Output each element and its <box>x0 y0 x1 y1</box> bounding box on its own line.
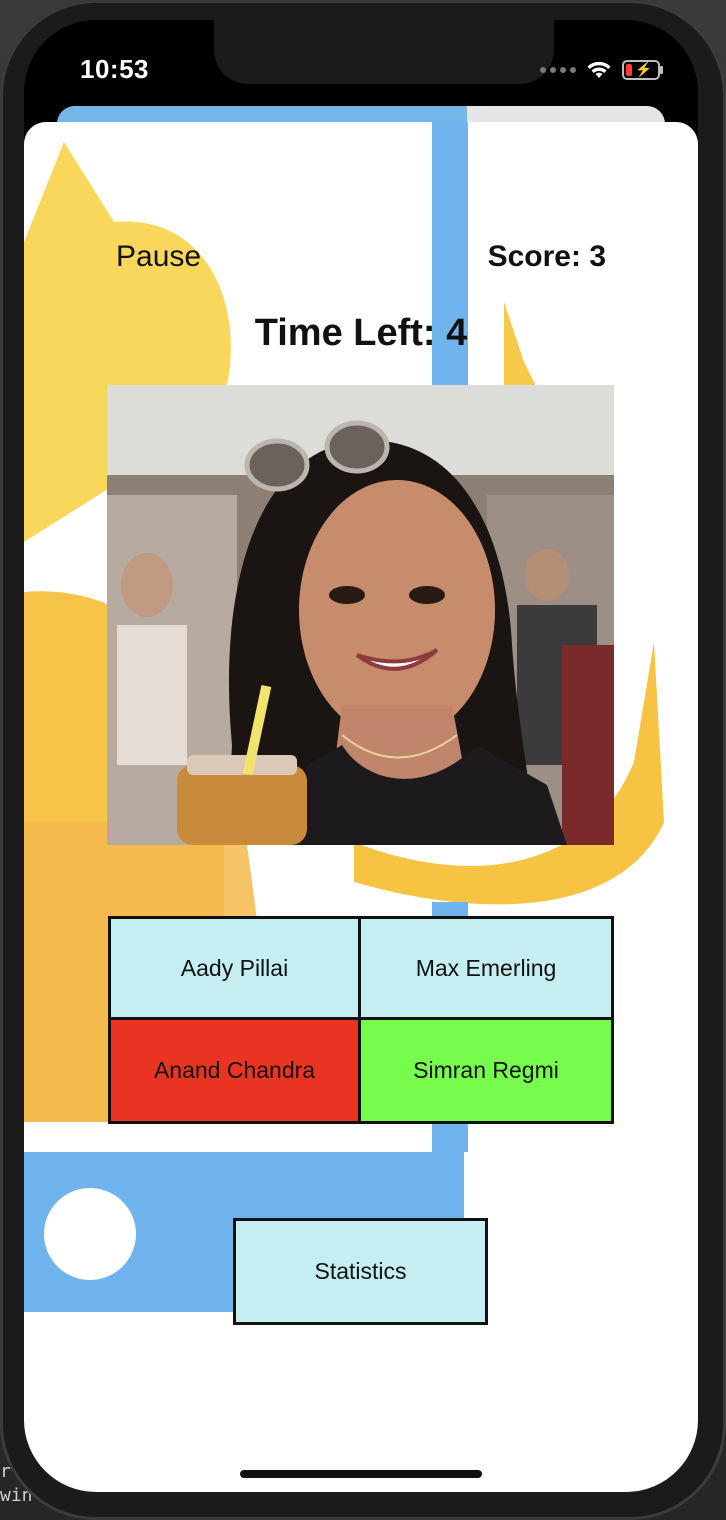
phone-screen: 10:53 ⚡ Pause Score: 3 Time Left: 4 Aady… <box>24 20 698 1492</box>
person-photo <box>107 385 614 845</box>
answer-option-4[interactable]: Simran Regmi <box>361 1020 611 1121</box>
answer-option-3[interactable]: Anand Chandra <box>111 1020 361 1121</box>
status-icons: ⚡ <box>540 60 663 80</box>
notch <box>214 20 554 84</box>
time-left-label: Time Left: 4 <box>254 312 468 354</box>
game-sheet: Pause Score: 3 Time Left: 4 Aady Pillai … <box>24 122 698 1492</box>
answer-option-1[interactable]: Aady Pillai <box>111 919 361 1020</box>
statistics-button[interactable]: Statistics <box>233 1218 488 1325</box>
cellular-signal-icon <box>540 67 576 73</box>
charging-bolt-icon: ⚡ <box>635 61 653 77</box>
status-time: 10:53 <box>80 54 149 84</box>
answer-option-2[interactable]: Max Emerling <box>361 919 611 1020</box>
wifi-icon <box>587 61 611 78</box>
score-label: Score: 3 <box>487 240 606 273</box>
answer-grid: Aady Pillai Max Emerling Anand Chandra S… <box>108 916 614 1124</box>
home-indicator[interactable] <box>240 1470 482 1478</box>
iphone-frame: 10:53 ⚡ Pause Score: 3 Time Left: 4 Aady… <box>0 0 726 1520</box>
battery-icon: ⚡ <box>622 60 663 80</box>
pause-button[interactable]: Pause <box>116 240 201 274</box>
battery-level <box>626 64 632 76</box>
person-photo-illustration <box>107 385 614 845</box>
